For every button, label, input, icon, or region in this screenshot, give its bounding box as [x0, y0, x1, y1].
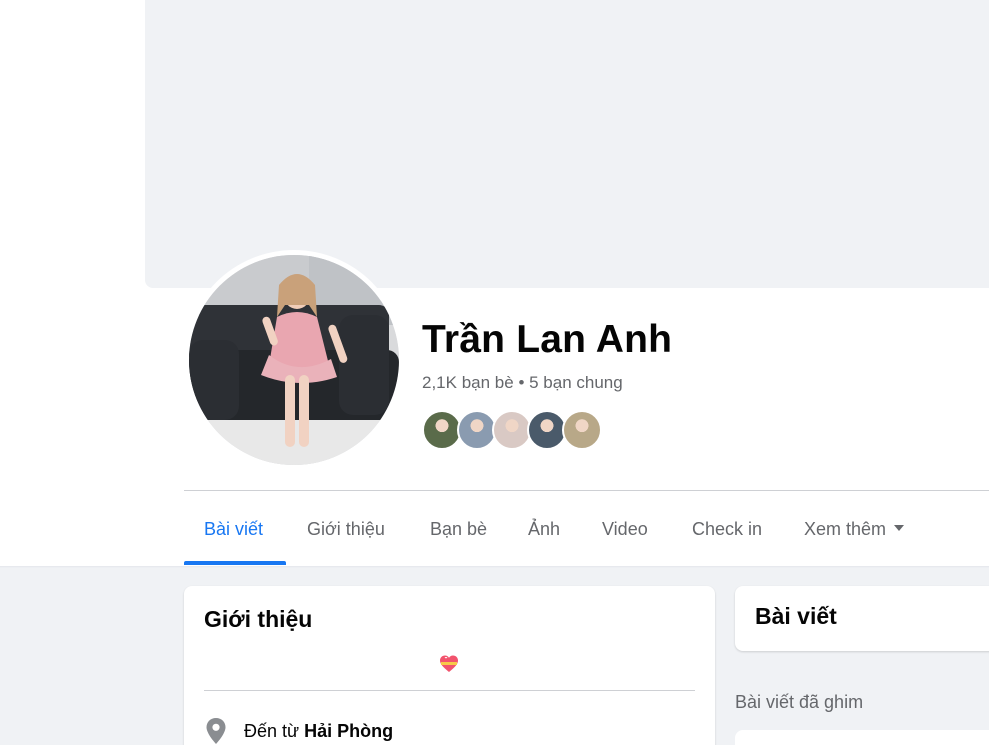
header-shadow: [0, 566, 989, 568]
tab-about[interactable]: Giới thiệu: [307, 491, 385, 566]
tab-videos[interactable]: Video: [602, 491, 648, 566]
tab-posts[interactable]: Bài viết: [204, 491, 263, 566]
cover-photo[interactable]: [145, 0, 989, 288]
mutual-friends-avatars: [422, 410, 622, 450]
tab-more[interactable]: Xem thêm: [804, 491, 905, 566]
active-tab-indicator: [184, 561, 286, 565]
profile-avatar[interactable]: [189, 255, 399, 465]
mutual-friends-link[interactable]: 5 bạn chung: [529, 373, 623, 392]
avatar-photo-icon: [189, 255, 399, 465]
hometown-prefix: Đến từ: [244, 721, 300, 741]
hometown-link[interactable]: Hải Phòng: [304, 721, 393, 741]
friends-summary: 2,1K bạn bè • 5 bạn chung: [422, 373, 623, 393]
intro-title: Giới thiệu: [204, 606, 313, 632]
mutual-friend-avatar[interactable]: [492, 410, 532, 450]
hometown-text: Đến từ Hải Phòng: [244, 721, 393, 742]
mutual-friend-avatar[interactable]: [422, 410, 462, 450]
tab-more-label: Xem thêm: [804, 519, 887, 539]
posts-title: Bài viết: [755, 603, 837, 629]
intro-card: Giới thiệu Đến từ Hải Phòng: [184, 586, 715, 745]
friends-count-link[interactable]: 2,1K bạn bè: [422, 373, 514, 392]
heart-emoji-icon: [440, 655, 458, 672]
mutual-friend-avatar[interactable]: [527, 410, 567, 450]
location-pin-icon: [206, 718, 226, 744]
pinned-post-card: [735, 730, 989, 745]
tab-check-in[interactable]: Check in: [692, 491, 762, 566]
pinned-posts-label: Bài viết đã ghim: [735, 692, 864, 712]
mutual-friend-avatar[interactable]: [457, 410, 497, 450]
profile-name: Trần Lan Anh: [422, 318, 673, 361]
hometown-row: Đến từ Hải Phòng: [204, 717, 684, 745]
mutual-friend-avatar[interactable]: [562, 410, 602, 450]
tab-friends[interactable]: Bạn bè: [430, 491, 487, 566]
intro-divider: [204, 690, 695, 691]
profile-tabs: Bài viết Giới thiệu Bạn bè Ảnh Video Che…: [184, 491, 989, 566]
tab-photos[interactable]: Ảnh: [528, 491, 560, 566]
posts-card: Bài viết: [735, 586, 989, 651]
separator-dot: •: [518, 373, 525, 392]
caret-down-icon: [894, 525, 905, 532]
profile-page: Trần Lan Anh 2,1K bạn bè • 5 bạn chung B…: [0, 0, 989, 745]
